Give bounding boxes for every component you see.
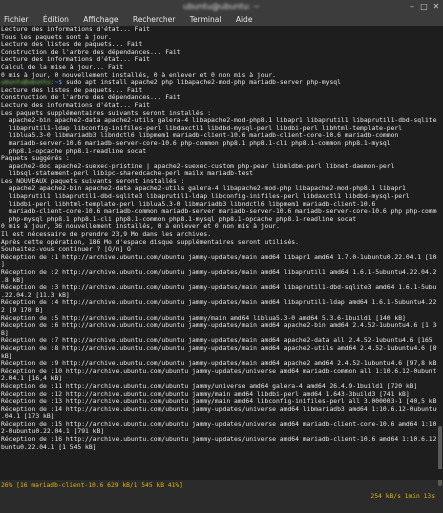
output-line: Réception de :1 http://archive.ubuntu.co… <box>1 253 437 261</box>
output-line: Réception de :16 http://archive.ubuntu.c… <box>1 436 437 444</box>
output-line: Souhaitez-vous continuer ? [O/n] O <box>1 246 131 254</box>
output-line: Après cette opération, 186 Mo d'espace d… <box>1 238 299 246</box>
output-line: libsql-statement-perl libipc-sharedcache… <box>1 170 254 178</box>
close-icon[interactable]: ✕ <box>431 2 441 12</box>
output-line: 2-0ubuntu0.22.04.1 [791 kB] <box>1 428 105 436</box>
output-line: Réception de :7 http://archive.ubuntu.co… <box>1 337 437 345</box>
output-line: Tous les paquets sont à jour. <box>1 33 112 41</box>
menu-terminal[interactable]: Terminal <box>190 15 222 24</box>
prompt-line: ubuntu@ubuntu:~$ sudo apt install apache… <box>0 79 437 87</box>
output-line: liblua5.3-0 libmariadb3 libndctl6 libpme… <box>1 132 399 140</box>
output-line: libdbi-perl libhtml-template-perl liblua… <box>1 200 376 208</box>
output-line: kB] <box>1 352 13 360</box>
output-line: Calcul de la mise à jour... Fait <box>1 63 124 71</box>
progress-status-right: 254 kB/s 1min 13s <box>370 493 435 500</box>
output-line: 2 [9 170 B] <box>1 306 44 314</box>
output-line: Lecture des informations d'état... Fait <box>1 26 150 33</box>
output-line: Réception de :9 http://archive.ubuntu.co… <box>1 360 437 368</box>
output-line: apache2-bin apache2-data apache2-utils g… <box>1 117 437 125</box>
progress-status-left: 26% [16 mariadb-client-10.6 629 kB/1 545… <box>1 482 183 489</box>
output-line: 0 mis à jour, 0 nouvellement installés, … <box>1 71 276 79</box>
terminal-output[interactable]: Lecture des informations d'état... Fait T… <box>0 26 437 469</box>
output-line: 0 mis à jour, 36 nouvellement installés,… <box>1 223 280 231</box>
output-line: Les paquets supplémentaires suivants ser… <box>1 109 212 117</box>
menu-help[interactable]: Aide <box>236 15 253 24</box>
output-line: php8.1-opcache php8.1-readline socat <box>1 147 147 155</box>
output-line: ] <box>1 261 5 269</box>
prompt-path: :~$ <box>50 79 63 87</box>
output-line: Réception de :8 http://archive.ubuntu.co… <box>1 344 437 352</box>
menu-bar: Fichier Édition Affichage Rechercher Ter… <box>0 14 443 26</box>
output-line: Paquets suggérés : <box>1 155 70 163</box>
title-bar[interactable]: ubuntu@ubuntu: ~ – □ ✕ <box>0 0 443 14</box>
output-line: libaprutil1-ldap libconfig-inifiles-perl… <box>1 124 403 132</box>
output-line: Réception de :10 http://archive.ubuntu.c… <box>1 367 437 375</box>
menu-file[interactable]: Fichier <box>4 15 29 24</box>
output-line: buntu0.22.04.1 [1 545 kB] <box>1 443 97 451</box>
output-line: Réception de :2 http://archive.ubuntu.co… <box>1 269 437 276</box>
output-line: Lecture des informations d'état... Fait <box>1 56 150 64</box>
output-before-prompt: Lecture des informations d'état... Fait T… <box>0 26 437 79</box>
output-line: apache2 apache2-bin apache2-data apache2… <box>1 185 406 193</box>
prompt-user: ubuntu@ubuntu <box>1 79 51 87</box>
window-title: ubuntu@ubuntu: ~ <box>183 2 260 11</box>
output-line: Réception de :14 http://archive.ubuntu.c… <box>1 405 437 413</box>
scrollbar[interactable] <box>437 26 443 486</box>
output-line: Les NOUVEAUX paquets suivants seront ins… <box>1 177 185 185</box>
apt-progress-bar: 26% [16 mariadb-client-10.6 629 kB/1 545… <box>0 469 443 500</box>
output-line: apache2-doc apache2-suexec-pristine | ap… <box>1 162 395 170</box>
output-after-prompt: Lecture des listes de paquets... Fait Con… <box>0 87 437 452</box>
menu-edit[interactable]: Édition <box>43 15 69 24</box>
terminal-window: ubuntu@ubuntu: ~ – □ ✕ Fichier Édition A… <box>0 0 443 500</box>
maximize-icon[interactable]: □ <box>419 2 429 12</box>
output-line: 2.04.1 [16,4 kB] <box>1 375 63 383</box>
output-line: libaprutil1 libaprutil1-dbd-sqlite3 liba… <box>1 193 410 201</box>
output-line: Construction de l'arbre des dépendances.… <box>1 94 181 102</box>
output-line: Réception de :15 http://archive.ubuntu.c… <box>1 420 437 428</box>
prompt-command: sudo apt install apache2 php libapache2-… <box>62 79 341 87</box>
output-line: Il est nécessaire de prendre 23,9 Mo dan… <box>1 231 212 239</box>
output-line: Réception de :6 http://archive.ubuntu.co… <box>1 322 437 330</box>
output-line: Réception de :11 http://archive.ubuntu.c… <box>1 382 418 390</box>
minimize-icon[interactable]: – <box>407 2 417 12</box>
output-line: Lecture des informations d'état... Fait <box>1 101 150 109</box>
output-line: Réception de :12 http://archive.ubuntu.c… <box>1 390 410 398</box>
output-line: Lecture des listes de paquets... Fait <box>1 41 143 49</box>
menu-search[interactable]: Rechercher <box>133 15 175 24</box>
output-line: Réception de :4 http://archive.ubuntu.co… <box>1 299 437 307</box>
output-line: .04.1 [173 kB] <box>1 413 55 421</box>
output-line: Réception de :13 http://archive.ubuntu.c… <box>1 398 437 406</box>
output-line: Réception de :3 http://archive.ubuntu.co… <box>1 284 437 292</box>
output-line: mariadb-server-10.6 mariadb-server-core-… <box>1 139 391 147</box>
menu-view[interactable]: Affichage <box>83 15 118 24</box>
output-line: mariadb-client-core-10.6 mariadb-common … <box>1 208 437 216</box>
